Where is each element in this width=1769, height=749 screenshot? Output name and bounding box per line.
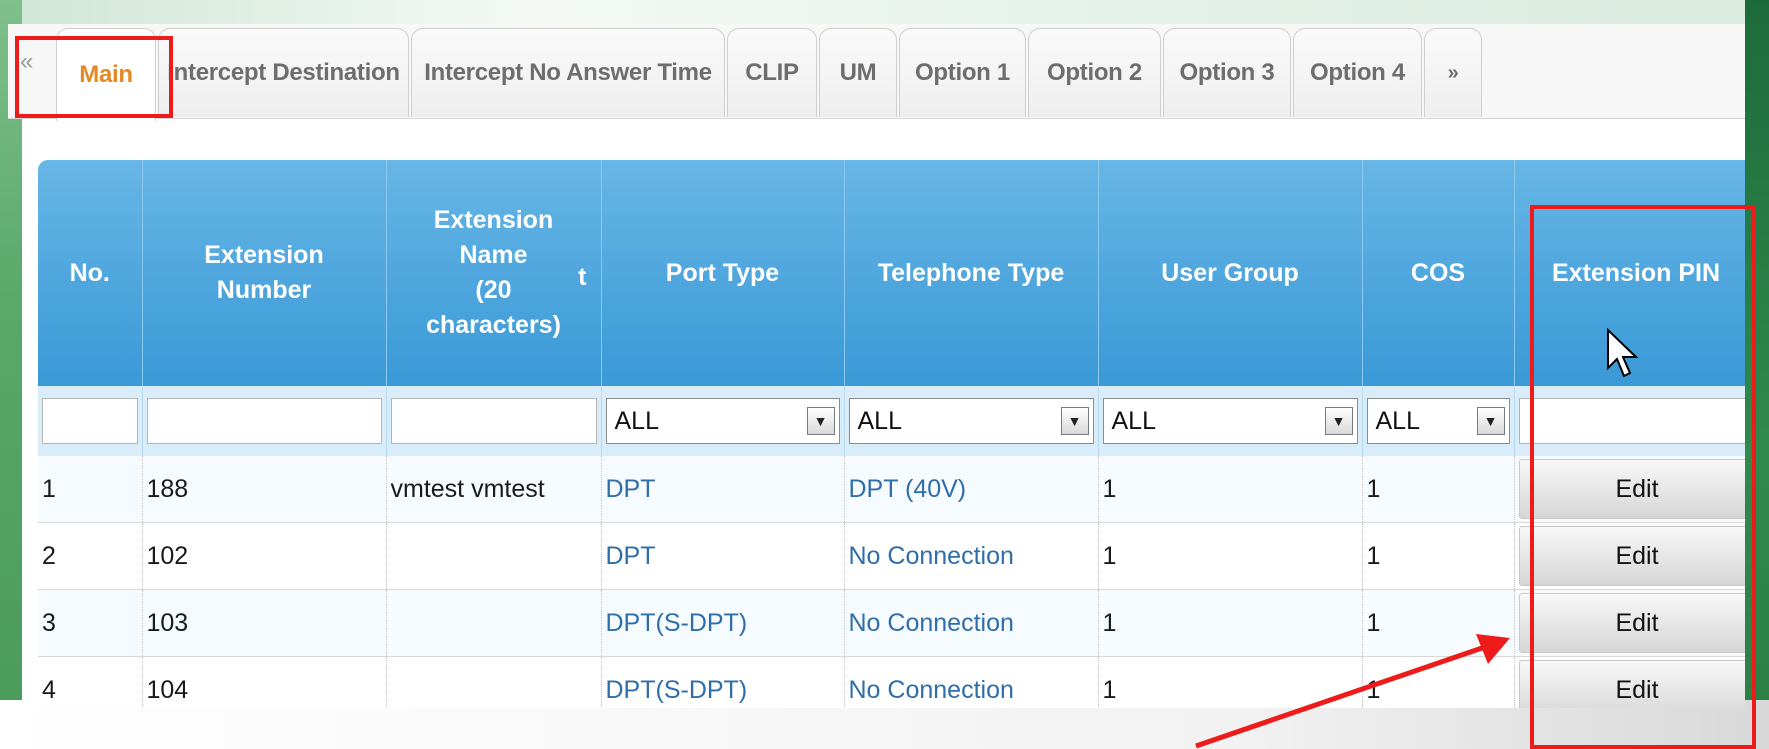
cell-cos: 1 (1362, 589, 1515, 657)
tab-option-3[interactable]: Option 3 (1163, 28, 1291, 117)
cell-user-group: 1 (1098, 456, 1363, 523)
cell-extension-name (386, 589, 602, 657)
table-row[interactable]: 1 188 vmtest vmtest DPT DPT (40V) 1 1 Ed… (38, 456, 1745, 523)
cell-extension-name (386, 656, 602, 708)
cell-user-group: 1 (1098, 589, 1363, 657)
filter-extension-pin-input[interactable] (1518, 398, 1745, 444)
header-extension-name-line-1: Extension (433, 206, 554, 234)
cell-cos: 1 (1362, 522, 1515, 590)
header-port-type[interactable]: Port Type (601, 160, 845, 386)
tab-option-2[interactable]: Option 2 (1028, 28, 1161, 117)
cell-no: 3 (38, 589, 143, 657)
tab-clip[interactable]: CLIP (727, 28, 817, 117)
cell-telephone-type: DPT (40V) (844, 456, 1099, 523)
tab-option-4[interactable]: Option 4 (1293, 28, 1422, 117)
cell-no: 2 (38, 522, 143, 590)
cell-extension-number: 104 (142, 656, 387, 708)
cell-port-type: DPT (601, 456, 845, 523)
cell-telephone-type: No Connection (844, 522, 1099, 590)
header-extension-number-line-1: Extension (204, 241, 324, 269)
table-row[interactable]: 3 103 DPT(S-DPT) No Connection 1 1 Edit (38, 589, 1745, 657)
tab-scroll-left-icon[interactable]: « (20, 48, 33, 76)
filter-cos-select[interactable]: ALL ▼ (1366, 398, 1510, 444)
header-extension-name-line-3: (20 (475, 276, 512, 304)
filter-port-type-select[interactable]: ALL ▼ (605, 398, 840, 444)
edit-pin-button[interactable]: Edit (1518, 593, 1745, 653)
header-extension-pin[interactable]: Extension PIN (1514, 160, 1745, 386)
cell-extension-number: 103 (142, 589, 387, 657)
header-extension-name[interactable]: Extension Name (20 characters) t (386, 160, 602, 386)
cell-extension-number: 188 (142, 456, 387, 523)
header-extension-name-suffix: t (578, 263, 587, 291)
tab-option-1[interactable]: Option 1 (899, 28, 1026, 117)
tab-main[interactable]: Main (56, 28, 156, 121)
filter-extension-name-input[interactable] (390, 398, 597, 444)
edit-pin-button[interactable]: Edit (1518, 660, 1745, 708)
cell-extension-name (386, 522, 602, 590)
filter-port-type-value: ALL (614, 406, 659, 435)
cell-no: 1 (38, 456, 143, 523)
filter-cos-value: ALL (1375, 406, 1420, 435)
header-user-group[interactable]: User Group (1098, 160, 1363, 386)
filter-no-input[interactable] (42, 398, 138, 444)
cell-extension-pin: Edit (1514, 522, 1745, 590)
filter-telephone-type-select[interactable]: ALL ▼ (848, 398, 1094, 444)
filter-row: ALL ▼ ALL ▼ ALL ▼ ALL ▼ (38, 386, 1745, 456)
cell-user-group: 1 (1098, 656, 1363, 708)
dropdown-arrow-icon[interactable]: ▼ (1476, 407, 1505, 435)
dropdown-arrow-icon[interactable]: ▼ (806, 407, 835, 435)
tab-intercept-destination[interactable]: Intercept Destination (158, 28, 409, 117)
cell-extension-number: 102 (142, 522, 387, 590)
filter-user-group-select[interactable]: ALL ▼ (1102, 398, 1358, 444)
cell-extension-pin: Edit (1514, 589, 1745, 657)
cell-extension-pin: Edit (1514, 456, 1745, 523)
header-extension-name-line-2: Name (459, 241, 528, 269)
edit-pin-button[interactable]: Edit (1518, 459, 1745, 519)
header-extension-name-line-4: characters) (426, 311, 561, 339)
cell-port-type: DPT(S-DPT) (601, 589, 845, 657)
cell-port-type: DPT(S-DPT) (601, 656, 845, 708)
dropdown-arrow-icon[interactable]: ▼ (1324, 407, 1353, 435)
cell-port-type: DPT (601, 522, 845, 590)
cell-telephone-type: No Connection (844, 589, 1099, 657)
tab-intercept-no-answer-time[interactable]: Intercept No Answer Time (411, 28, 725, 117)
header-cos[interactable]: COS (1362, 160, 1515, 386)
extension-grid: No. Extension Number Extension Name (20 … (38, 160, 1745, 708)
header-extension-number[interactable]: Extension Number (142, 160, 387, 386)
header-extension-number-line-2: Number (216, 276, 312, 304)
background-right-edge (1745, 0, 1769, 749)
table-row[interactable]: 4 104 DPT(S-DPT) No Connection 1 1 Edit (38, 656, 1745, 708)
cell-telephone-type: No Connection (844, 656, 1099, 708)
header-telephone-type[interactable]: Telephone Type (844, 160, 1099, 386)
edit-pin-button[interactable]: Edit (1518, 526, 1745, 586)
table-row[interactable]: 2 102 DPT No Connection 1 1 Edit (38, 522, 1745, 590)
cell-extension-name: vmtest vmtest (386, 456, 602, 523)
filter-extension-number-input[interactable] (146, 398, 382, 444)
tab-scroll-right-icon[interactable]: » (1424, 28, 1482, 117)
tab-bar: « Main Intercept Destination Intercept N… (8, 24, 1745, 121)
cell-user-group: 1 (1098, 522, 1363, 590)
filter-telephone-type-value: ALL (857, 406, 902, 435)
header-no[interactable]: No. (38, 160, 143, 386)
extension-table: No. Extension Number Extension Name (20 … (38, 160, 1745, 708)
cell-cos: 1 (1362, 456, 1515, 523)
filter-user-group-value: ALL (1111, 406, 1156, 435)
cell-no: 4 (38, 656, 143, 708)
cell-extension-pin: Edit (1514, 656, 1745, 708)
tab-um[interactable]: UM (819, 28, 897, 117)
dropdown-arrow-icon[interactable]: ▼ (1060, 407, 1089, 435)
cell-cos: 1 (1362, 656, 1515, 708)
